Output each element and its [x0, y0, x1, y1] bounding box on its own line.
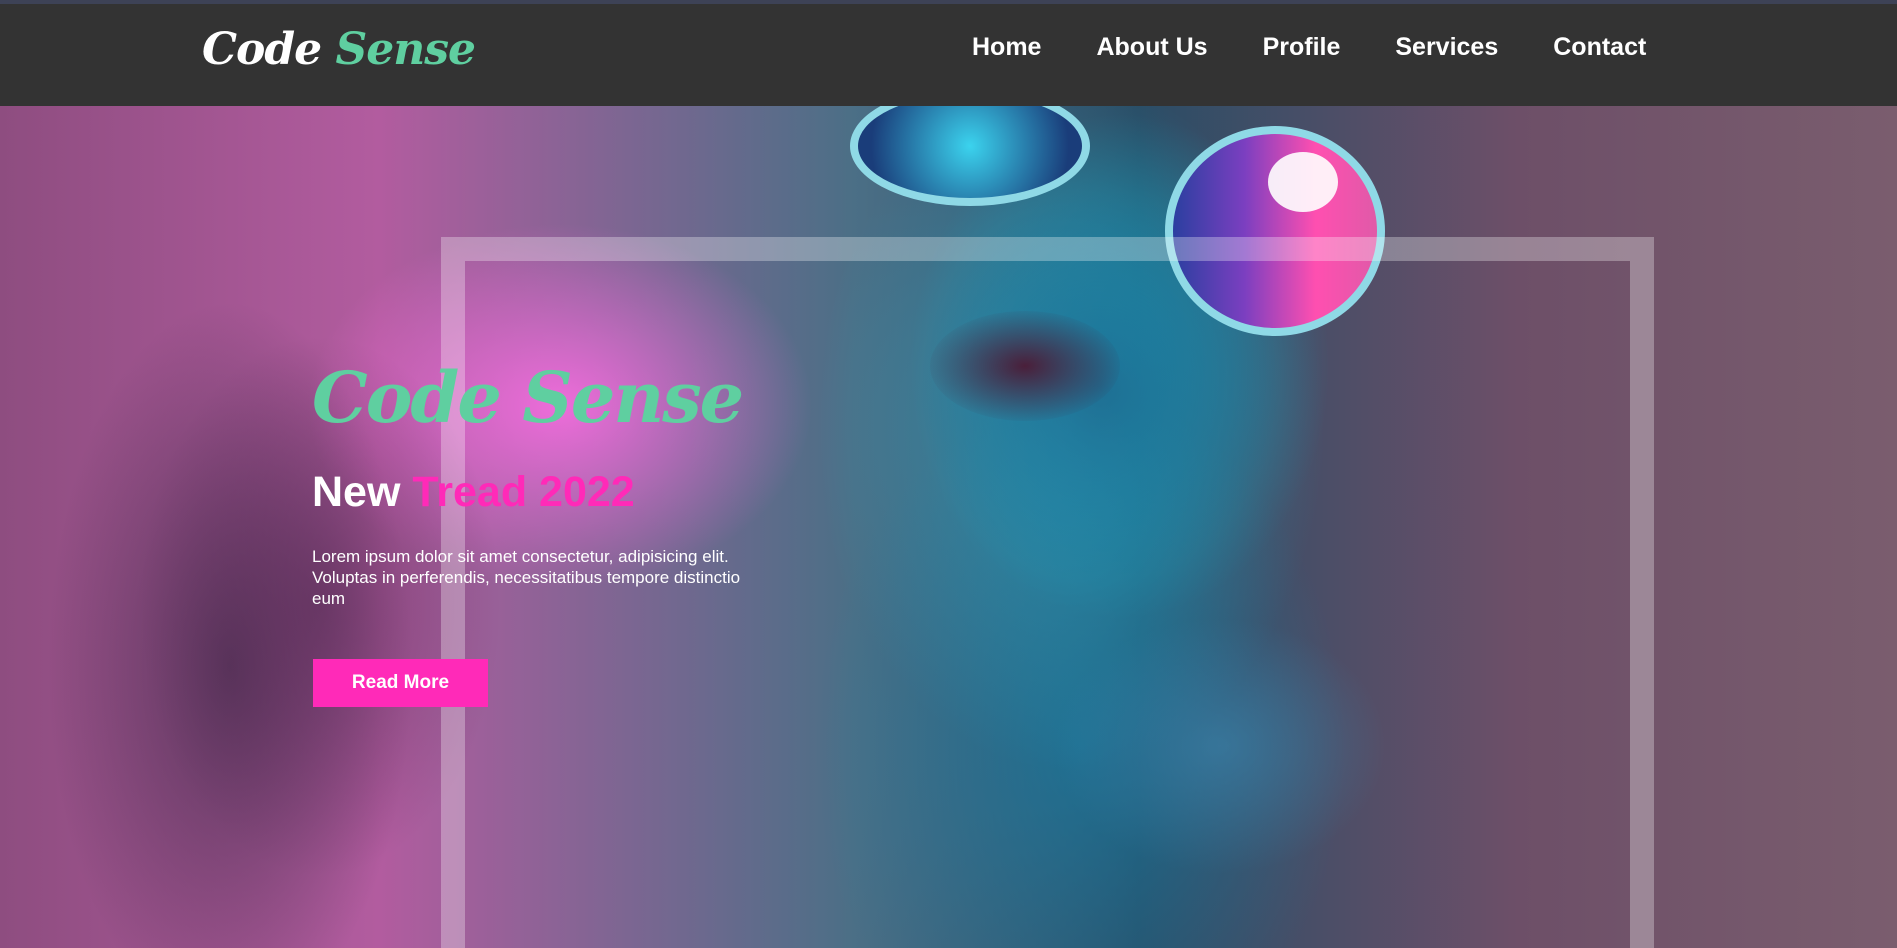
- nav-link-home[interactable]: Home: [972, 33, 1041, 62]
- nav-link-services[interactable]: Services: [1395, 33, 1498, 62]
- main-nav: Home About Us Profile Services Contact: [972, 33, 1701, 62]
- hero-heading-word-new: New: [312, 468, 401, 516]
- hero-heading-accent: Tread 2022: [412, 468, 635, 516]
- hero-description: Lorem ipsum dolor sit amet consectetur, …: [312, 547, 741, 608]
- nav-link-profile[interactable]: Profile: [1263, 33, 1341, 62]
- logo-word-code: Code: [202, 24, 322, 75]
- hero-section: Code Sense New Tread 2022 Lorem ipsum do…: [0, 106, 1897, 948]
- hero-logo-word-code: Code: [312, 356, 502, 439]
- read-more-button[interactable]: Read More: [313, 659, 488, 707]
- hero-logo: Code Sense: [312, 356, 744, 439]
- navbar: Code Sense Home About Us Profile Service…: [0, 4, 1897, 106]
- hero-heading: New Tread 2022: [312, 468, 635, 517]
- nav-link-about-us[interactable]: About Us: [1096, 33, 1207, 62]
- hero-logo-word-sense: Sense: [522, 356, 744, 439]
- logo-word-sense: Sense: [335, 24, 476, 75]
- nav-link-contact[interactable]: Contact: [1553, 33, 1646, 62]
- site-logo[interactable]: Code Sense: [202, 24, 476, 75]
